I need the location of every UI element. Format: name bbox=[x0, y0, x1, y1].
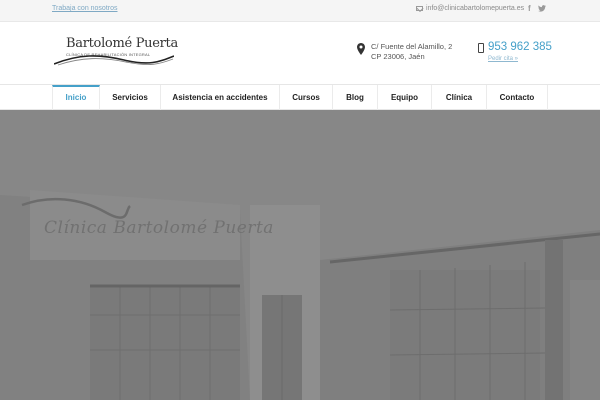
address-line-1: C/ Fuente del Alamillo, 2 bbox=[371, 42, 453, 51]
nav-item-cursos[interactable]: Cursos bbox=[280, 85, 333, 110]
location-pin-icon bbox=[357, 43, 365, 55]
address-block: C/ Fuente del Alamillo, 2 CP 23006, Jaén bbox=[357, 42, 452, 62]
address-line-2: CP 23006, Jaén bbox=[371, 52, 425, 61]
facebook-icon[interactable]: f bbox=[528, 4, 531, 13]
site-header: Bartolomé Puerta Clínica de Rehabilitaci… bbox=[0, 22, 600, 84]
mobile-phone-icon bbox=[478, 43, 484, 53]
logo-waves-icon bbox=[54, 55, 174, 66]
hero-building-image bbox=[0, 110, 600, 400]
hero-banner: Clínica Bartolomé Puerta bbox=[0, 110, 600, 400]
site-logo[interactable]: Bartolomé Puerta Clínica de Rehabilitaci… bbox=[54, 34, 179, 79]
nav-item-inicio[interactable]: Inicio bbox=[52, 85, 100, 110]
mail-icon bbox=[416, 6, 423, 11]
top-bar: Trabaja con nosotros info@clinicabartolo… bbox=[0, 0, 600, 22]
nav-item-servicios[interactable]: Servicios bbox=[100, 85, 161, 110]
hero-sign-text: Clínica Bartolomé Puerta bbox=[44, 218, 274, 238]
request-appointment-link[interactable]: Pedir cita » bbox=[488, 56, 518, 62]
nav-item-blog[interactable]: Blog bbox=[333, 85, 378, 110]
nav-item-clinica[interactable]: Clínica bbox=[432, 85, 487, 110]
nav-item-contacto[interactable]: Contacto bbox=[487, 85, 548, 110]
email-contact[interactable]: info@clinicabartolomepuerta.es bbox=[416, 5, 524, 12]
twitter-icon[interactable] bbox=[538, 5, 546, 14]
work-with-us-link[interactable]: Trabaja con nosotros bbox=[52, 5, 118, 12]
nav-item-asistencia[interactable]: Asistencia en accidentes bbox=[161, 85, 280, 110]
logo-name: Bartolomé Puerta bbox=[66, 36, 178, 51]
main-nav: Inicio Servicios Asistencia en accidente… bbox=[0, 84, 600, 110]
nav-item-equipo[interactable]: Equipo bbox=[378, 85, 432, 110]
phone-number[interactable]: 953 962 385 bbox=[488, 41, 552, 53]
email-address[interactable]: info@clinicabartolomepuerta.es bbox=[426, 5, 524, 12]
